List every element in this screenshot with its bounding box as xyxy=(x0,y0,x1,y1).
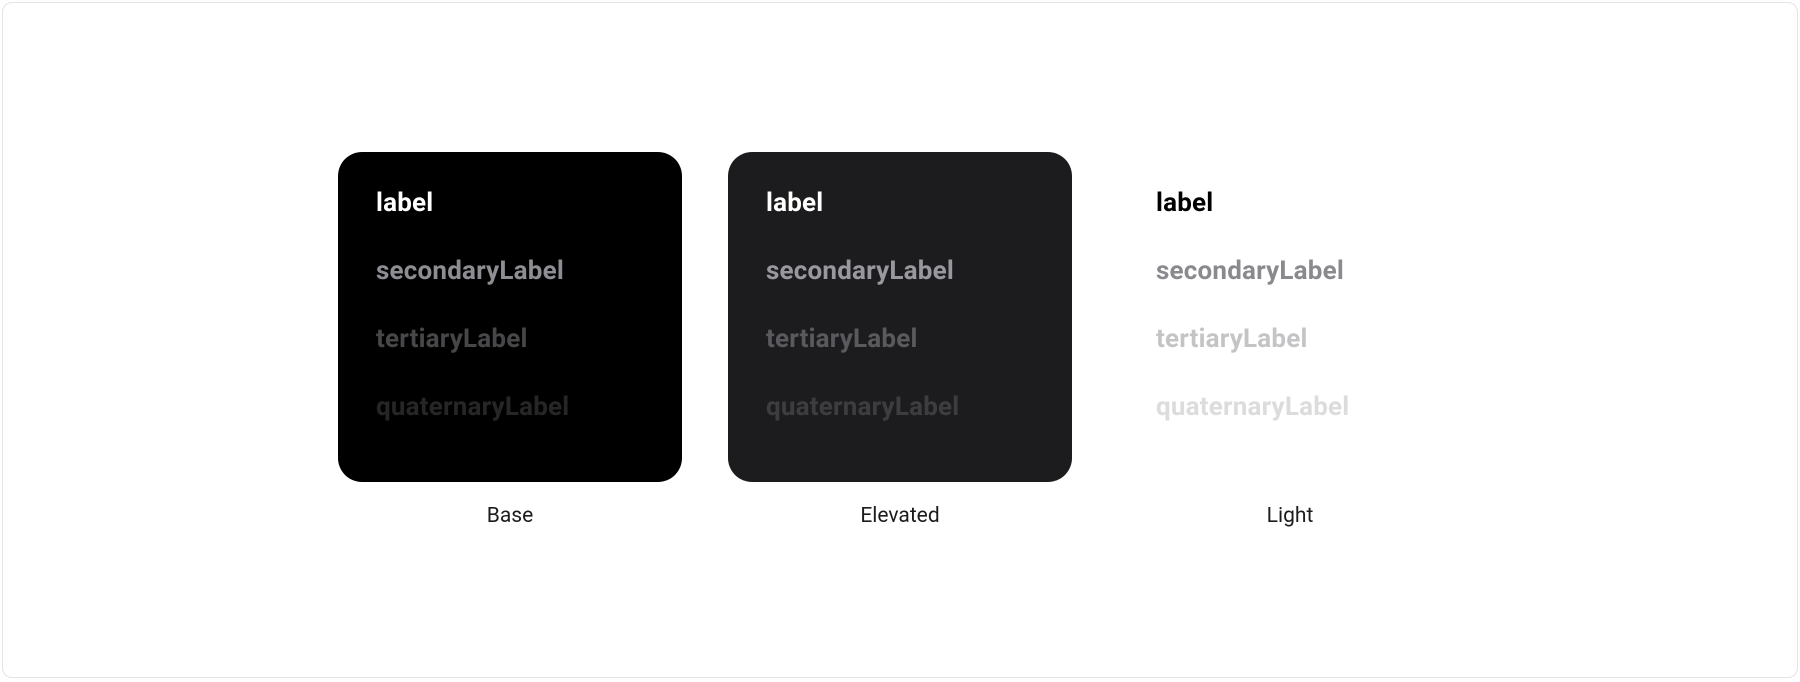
label-tertiary: tertiaryLabel xyxy=(376,326,644,352)
swatch-frame: label secondaryLabel tertiaryLabel quate… xyxy=(2,2,1798,678)
variant-light: label secondaryLabel tertiaryLabel quate… xyxy=(1118,152,1462,528)
card-base: label secondaryLabel tertiaryLabel quate… xyxy=(338,152,682,482)
label-primary: label xyxy=(1156,190,1424,216)
card-elevated: label secondaryLabel tertiaryLabel quate… xyxy=(728,152,1072,482)
label-tertiary: tertiaryLabel xyxy=(1156,326,1424,352)
label-secondary: secondaryLabel xyxy=(766,258,1034,284)
label-secondary: secondaryLabel xyxy=(1156,258,1424,284)
caption-light: Light xyxy=(1267,504,1314,528)
label-quaternary: quaternaryLabel xyxy=(766,394,1034,420)
label-secondary: secondaryLabel xyxy=(376,258,644,284)
variant-base: label secondaryLabel tertiaryLabel quate… xyxy=(338,152,682,528)
label-quaternary: quaternaryLabel xyxy=(376,394,644,420)
swatch-row: label secondaryLabel tertiaryLabel quate… xyxy=(338,152,1462,528)
caption-base: Base xyxy=(487,504,533,528)
caption-elevated: Elevated xyxy=(860,504,939,528)
variant-elevated: label secondaryLabel tertiaryLabel quate… xyxy=(728,152,1072,528)
card-light: label secondaryLabel tertiaryLabel quate… xyxy=(1118,152,1462,482)
label-primary: label xyxy=(766,190,1034,216)
label-tertiary: tertiaryLabel xyxy=(766,326,1034,352)
label-primary: label xyxy=(376,190,644,216)
label-quaternary: quaternaryLabel xyxy=(1156,394,1424,420)
